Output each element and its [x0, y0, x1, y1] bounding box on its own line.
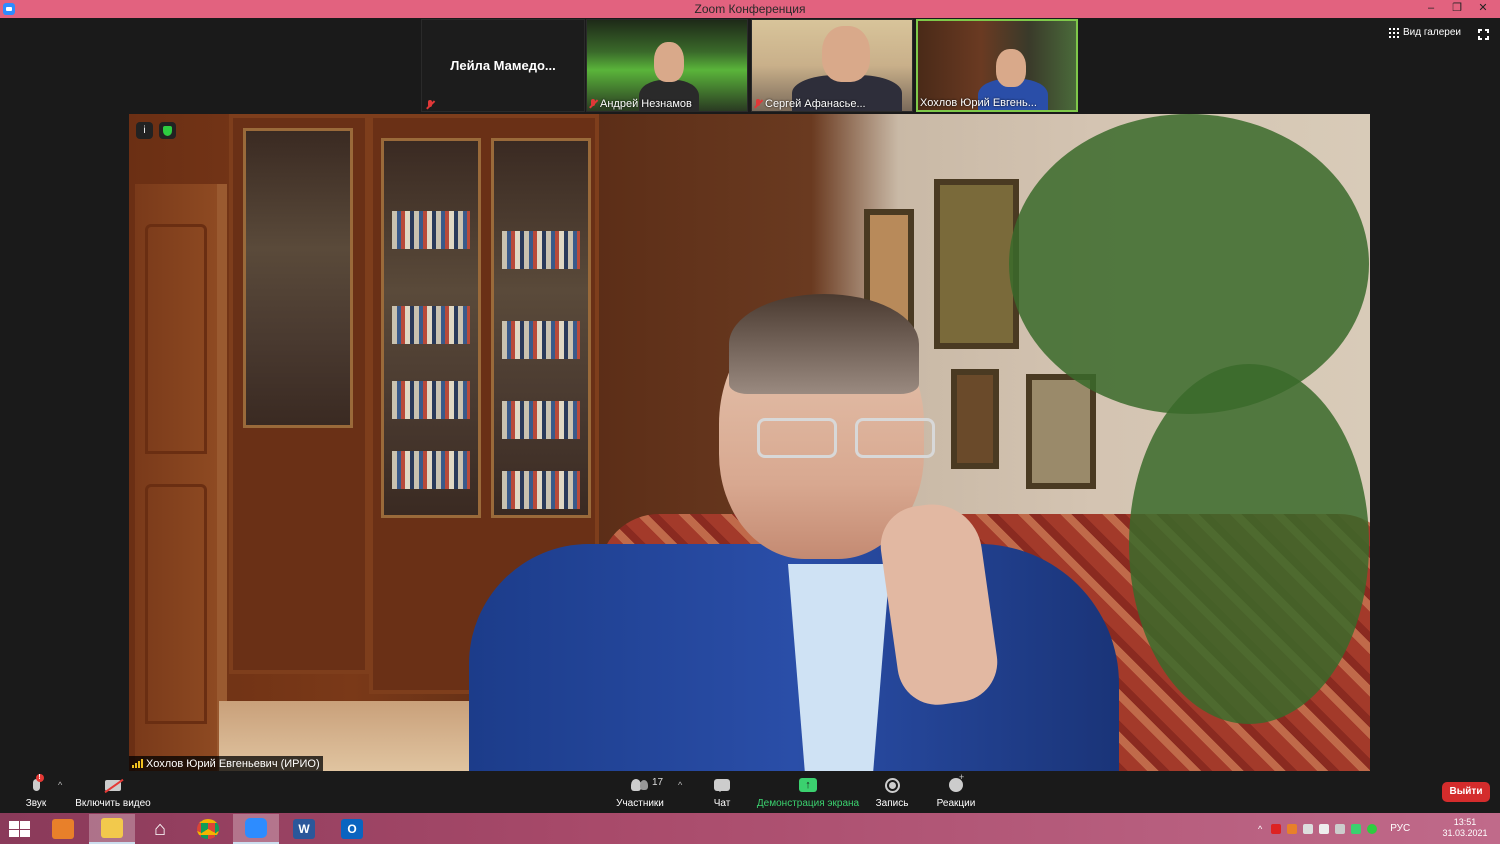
leave-meeting-button[interactable]: Выйти: [1442, 782, 1490, 802]
video-off-icon: [105, 779, 121, 791]
participant-tile-leila[interactable]: Лейла Мамедо...: [421, 19, 585, 112]
home-icon[interactable]: ⌂: [137, 814, 183, 844]
word-icon[interactable]: W: [281, 814, 327, 844]
clock-time: 13:51: [1453, 817, 1477, 827]
minimize-button[interactable]: –: [1418, 0, 1444, 18]
background-cabinet: [229, 114, 369, 674]
taskbar-clock[interactable]: 13:51 31.03.2021: [1440, 817, 1490, 839]
security-tray-icon[interactable]: [1351, 823, 1362, 834]
zoom-window: Zoom Конференция – ❐ ✕ Лейла Мамедо... А…: [0, 0, 1500, 844]
participant-nametag: Хохлов Юрий Евгень...: [920, 97, 1037, 109]
record-label: Запись: [875, 798, 909, 809]
reactions-icon: [949, 772, 964, 792]
windows-start-icon[interactable]: [9, 821, 30, 837]
chat-icon: [714, 779, 730, 792]
network-tray-icon[interactable]: [1303, 823, 1314, 834]
background-painting: [1026, 374, 1096, 489]
participant-tile-khokhlov[interactable]: Хохлов Юрий Евгень...: [916, 19, 1078, 112]
outlook-icon[interactable]: O: [329, 814, 375, 844]
reactions-button[interactable]: Реакции: [932, 772, 980, 809]
background-door: [135, 184, 227, 771]
grid-icon: [1389, 27, 1399, 38]
participant-face: [654, 42, 684, 82]
mic-muted-icon: [754, 99, 762, 109]
main-video: [129, 114, 1370, 771]
chat-label: Чат: [713, 798, 731, 809]
share-screen-icon: ↑: [799, 778, 817, 792]
audio-options-caret-icon[interactable]: ^: [58, 780, 62, 790]
speaker-name: Хохлов Юрий Евгеньевич (ИРИО): [146, 757, 320, 770]
app-tray-icon[interactable]: [1287, 823, 1298, 834]
security-shield-icon[interactable]: [159, 122, 176, 139]
meeting-info-icons: i: [136, 122, 176, 139]
participant-tile-andrey[interactable]: Андрей Незнамов: [586, 19, 748, 112]
background-plant: [1129, 364, 1369, 724]
clock-date: 31.03.2021: [1442, 828, 1488, 838]
update-tray-icon[interactable]: [1367, 823, 1378, 834]
participant-nametag: [426, 100, 434, 110]
close-window-button[interactable]: ✕: [1466, 0, 1500, 18]
participants-options-caret-icon[interactable]: ^: [678, 780, 682, 790]
record-icon: [884, 777, 900, 793]
participants-count: 17: [652, 777, 664, 788]
participant-nametag: Андрей Незнамов: [589, 98, 692, 110]
video-label: Включить видео: [75, 798, 151, 809]
mic-muted-icon: [589, 99, 597, 109]
speaker-glasses: [757, 418, 943, 462]
zoom-icon[interactable]: [233, 814, 279, 844]
reactions-label: Реакции: [936, 798, 976, 809]
speaker-nametag: Хохлов Юрий Евгеньевич (ИРИО): [129, 756, 323, 771]
flag-tray-icon[interactable]: [1319, 823, 1330, 834]
signal-strength-icon: [132, 759, 143, 768]
background-painting: [951, 369, 999, 469]
participant-name: Сергей Афанасье...: [765, 98, 866, 110]
share-screen-button[interactable]: ↑ Демонстрация экрана: [756, 775, 860, 809]
share-label: Демонстрация экрана: [756, 798, 860, 809]
chat-button[interactable]: Чат: [706, 775, 738, 809]
participant-face: [996, 49, 1026, 87]
file-explorer-icon[interactable]: [89, 814, 135, 844]
gallery-view-button[interactable]: Вид галереи: [1389, 27, 1461, 38]
system-tray: ^ РУС: [1258, 813, 1410, 844]
participants-label: Участники: [616, 798, 664, 809]
chrome-icon[interactable]: [185, 814, 231, 844]
mic-muted-icon: [426, 100, 434, 110]
title-bar: Zoom Конференция – ❐ ✕: [0, 0, 1500, 18]
speaker-hair: [729, 294, 919, 394]
language-indicator[interactable]: РУС: [1390, 823, 1410, 834]
participant-name: Хохлов Юрий Евгень...: [920, 97, 1037, 109]
meeting-toolbar: Звук ^ Включить видео Участники 17 ^ Чат…: [0, 771, 1500, 813]
media-player-icon[interactable]: [40, 814, 86, 844]
audio-button[interactable]: Звук: [16, 774, 56, 809]
background-painting: [934, 179, 1019, 349]
gallery-view-label: Вид галереи: [1403, 27, 1461, 38]
fullscreen-icon[interactable]: [1477, 28, 1490, 41]
background-plant: [1009, 114, 1369, 414]
info-icon[interactable]: i: [136, 122, 153, 139]
participant-name: Лейла Мамедо...: [450, 58, 556, 73]
antivirus-tray-icon[interactable]: [1271, 823, 1282, 834]
participant-nametag: Сергей Афанасье...: [754, 98, 866, 110]
window-title: Zoom Конференция: [694, 2, 806, 16]
participants-icon: [631, 779, 649, 791]
record-button[interactable]: Запись: [872, 775, 912, 809]
volume-tray-icon[interactable]: [1335, 823, 1346, 834]
participant-name: Андрей Незнамов: [600, 98, 692, 110]
participant-tile-sergey[interactable]: Сергей Афанасье...: [751, 19, 913, 112]
microphone-icon: [32, 774, 44, 791]
audio-label: Звук: [25, 798, 47, 809]
show-hidden-icons-caret-icon[interactable]: ^: [1258, 824, 1262, 834]
start-video-button[interactable]: Включить видео: [72, 775, 154, 809]
participant-face: [822, 26, 870, 82]
